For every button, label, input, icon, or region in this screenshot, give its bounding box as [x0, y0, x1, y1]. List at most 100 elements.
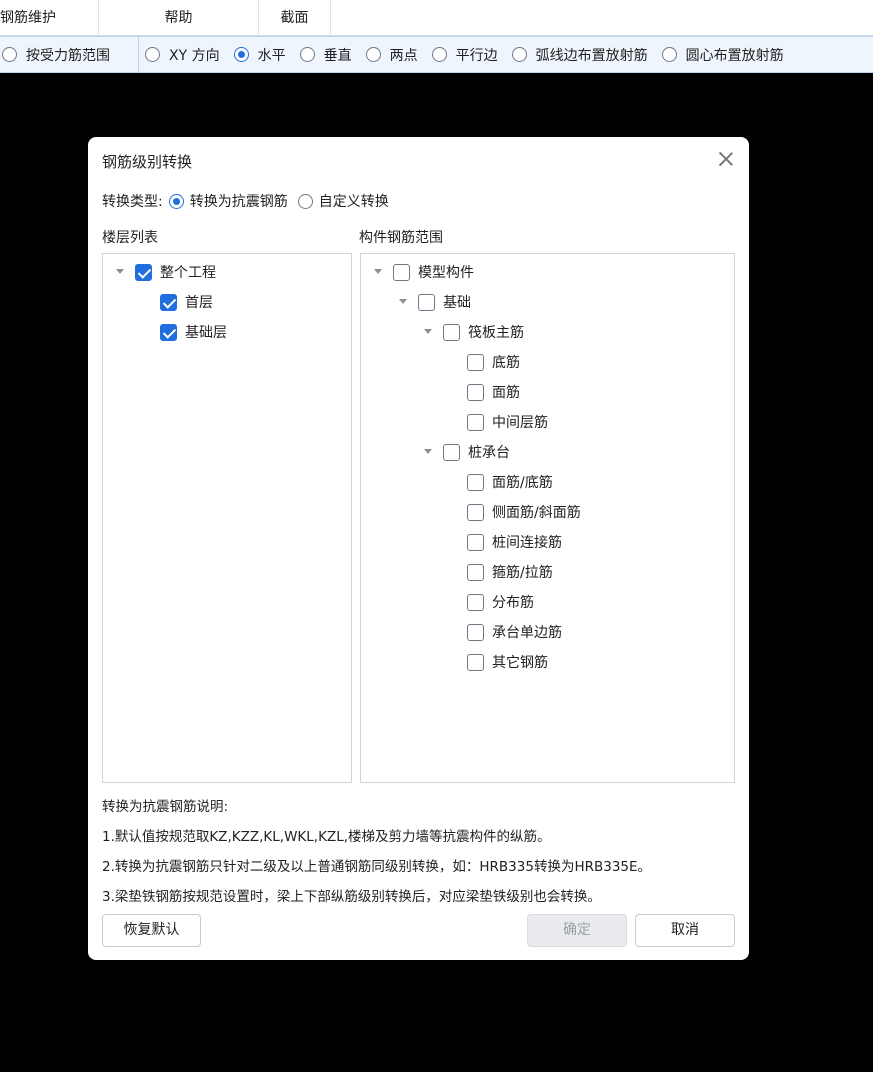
floor-list-label: 楼层列表: [102, 230, 158, 246]
option-parallel-edge[interactable]: 平行边: [431, 45, 498, 65]
radio-circle: [431, 47, 447, 62]
tree-item-side-slope-rebar[interactable]: 侧面筋/斜面筋: [467, 501, 581, 523]
tree-item-foundation-floor[interactable]: 基础层: [160, 321, 227, 343]
option-label: 平行边: [455, 47, 498, 64]
tree-item-top-bottom-rebar[interactable]: 面筋/底筋: [467, 471, 553, 493]
close-icon[interactable]: [717, 150, 735, 168]
tree-item-label: 整个工程: [160, 265, 216, 281]
tree-item-cap-single-side-rebar[interactable]: 承台单边筋: [467, 621, 562, 643]
radio-circle: [145, 47, 160, 62]
cancel-button[interactable]: 取消: [635, 914, 735, 947]
checkbox[interactable]: [467, 623, 484, 641]
radio-label: 自定义转换: [318, 194, 389, 210]
checkbox-checked[interactable]: [160, 323, 177, 341]
radio-custom-conversion[interactable]: 自定义转换: [297, 191, 389, 211]
option-label: 水平: [257, 47, 286, 64]
checkbox[interactable]: [467, 563, 484, 581]
tree-item-bottom-rebar[interactable]: 底筋: [467, 351, 520, 373]
option-by-stress-rebar-range[interactable]: 按受力筋范围: [2, 45, 110, 65]
radio-circle-selected: [233, 47, 249, 62]
conversion-notes: 转换为抗震钢筋说明: 1.默认值按规范取KZ,KZZ,KL,WKL,KZL,楼梯…: [102, 797, 651, 917]
radio-circle: [365, 47, 381, 62]
checkbox[interactable]: [393, 263, 410, 281]
component-range-panel: 模型构件 基础 筏板主筋 底筋 面筋 中间层筋 桩承台 面筋/底筋 侧面筋/斜面…: [360, 253, 735, 783]
component-range-label: 构件钢筋范围: [359, 230, 443, 246]
chevron-down-icon[interactable]: [398, 297, 408, 307]
tree-item-label: 基础: [443, 295, 471, 311]
checkbox[interactable]: [467, 533, 484, 551]
dialog-title: 钢筋级别转换: [102, 153, 193, 171]
tree-item-other-rebar[interactable]: 其它钢筋: [467, 651, 548, 673]
tree-item-first-floor[interactable]: 首层: [160, 291, 213, 313]
tree-item-label: 首层: [185, 295, 213, 311]
checkbox[interactable]: [467, 653, 484, 671]
direction-option-group: XY 方向 水平 垂直 两点 平行边 弧线边布置放射筋 圆心布置放射筋: [139, 37, 798, 72]
tree-item-whole-project[interactable]: 整个工程: [115, 261, 216, 283]
option-two-points[interactable]: 两点: [365, 45, 418, 65]
notes-title: 转换为抗震钢筋说明:: [102, 799, 229, 815]
restore-default-button[interactable]: 恢复默认: [102, 914, 201, 947]
checkbox[interactable]: [443, 443, 460, 461]
checkbox[interactable]: [467, 503, 484, 521]
tree-item-label: 底筋: [492, 355, 520, 371]
radio-circle: [297, 193, 313, 209]
radio-circle: [2, 47, 17, 62]
tree-item-label: 基础层: [185, 325, 227, 341]
radio-convert-to-seismic[interactable]: 转换为抗震钢筋: [168, 191, 288, 211]
radio-circle: [511, 47, 527, 62]
tree-item-top-rebar[interactable]: 面筋: [467, 381, 520, 403]
layout-option-toolbar: 按受力筋范围 XY 方向 水平 垂直 两点 平行边 弧线边布置放射筋 圆心布置放…: [0, 36, 873, 73]
option-label: 垂直: [323, 47, 352, 64]
menu-section[interactable]: 截面: [259, 0, 331, 36]
tree-item-distribution-rebar[interactable]: 分布筋: [467, 591, 534, 613]
tree-item-label: 面筋: [492, 385, 520, 401]
chevron-down-icon[interactable]: [423, 327, 433, 337]
option-center-radial[interactable]: 圆心布置放射筋: [661, 45, 784, 65]
checkbox-checked[interactable]: [135, 263, 152, 281]
tree-item-stirrup-tie-rebar[interactable]: 箍筋/拉筋: [467, 561, 553, 583]
ok-button[interactable]: 确定: [527, 914, 627, 947]
option-label: 两点: [389, 47, 418, 64]
tree-item-inter-pile-rebar[interactable]: 桩间连接筋: [467, 531, 562, 553]
checkbox[interactable]: [467, 473, 484, 491]
option-label: 弧线边布置放射筋: [535, 47, 648, 64]
checkbox[interactable]: [467, 383, 484, 401]
checkbox[interactable]: [467, 413, 484, 431]
tree-item-label: 侧面筋/斜面筋: [492, 505, 581, 521]
option-horizontal[interactable]: 水平: [233, 45, 286, 65]
tree-item-raft-main-rebar[interactable]: 筏板主筋: [423, 321, 524, 343]
radio-circle-selected: [168, 193, 184, 209]
notes-line-2: 2.转换为抗震钢筋只针对二级及以上普通钢筋同级别转换，如：HRB335转换为HR…: [102, 859, 652, 875]
tree-item-label: 面筋/底筋: [492, 475, 553, 491]
tree-item-model-components[interactable]: 模型构件: [373, 261, 474, 283]
option-label: 按受力筋范围: [26, 47, 110, 64]
chevron-down-icon[interactable]: [115, 267, 125, 277]
tree-item-label: 箍筋/拉筋: [492, 565, 553, 581]
chevron-down-icon[interactable]: [423, 447, 433, 457]
option-xy-direction[interactable]: XY 方向: [145, 45, 220, 65]
checkbox[interactable]: [467, 353, 484, 371]
radio-circle: [299, 47, 315, 62]
tree-item-foundation[interactable]: 基础: [398, 291, 471, 313]
checkbox[interactable]: [443, 323, 460, 341]
checkbox[interactable]: [418, 293, 435, 311]
tree-item-label: 中间层筋: [492, 415, 548, 431]
conversion-type-label: 转换类型:: [102, 194, 163, 210]
menu-rebar-maintenance[interactable]: 钢筋维护: [0, 0, 99, 36]
checkbox[interactable]: [467, 593, 484, 611]
radio-circle: [661, 47, 677, 62]
rebar-grade-conversion-dialog: 钢筋级别转换 转换类型: 转换为抗震钢筋 自定义转换 楼层列表 构件钢筋范围 整…: [88, 137, 749, 960]
tree-item-label: 桩间连接筋: [492, 535, 562, 551]
tree-item-label: 桩承台: [468, 445, 510, 461]
checkbox-checked[interactable]: [160, 293, 177, 311]
option-arc-edge-radial[interactable]: 弧线边布置放射筋: [511, 45, 648, 65]
tree-item-label: 其它钢筋: [492, 655, 548, 671]
option-vertical[interactable]: 垂直: [299, 45, 352, 65]
chevron-down-icon[interactable]: [373, 267, 383, 277]
tree-item-middle-layer-rebar[interactable]: 中间层筋: [467, 411, 548, 433]
radio-label: 转换为抗震钢筋: [189, 194, 288, 210]
notes-line-3: 3.梁垫铁钢筋按规范设置时，梁上下部纵筋级别转换后，对应梁垫铁级别也会转换。: [102, 889, 601, 905]
menu-help[interactable]: 帮助: [99, 0, 259, 36]
tree-item-pile-cap[interactable]: 桩承台: [423, 441, 510, 463]
range-option-group: 按受力筋范围: [0, 37, 139, 72]
